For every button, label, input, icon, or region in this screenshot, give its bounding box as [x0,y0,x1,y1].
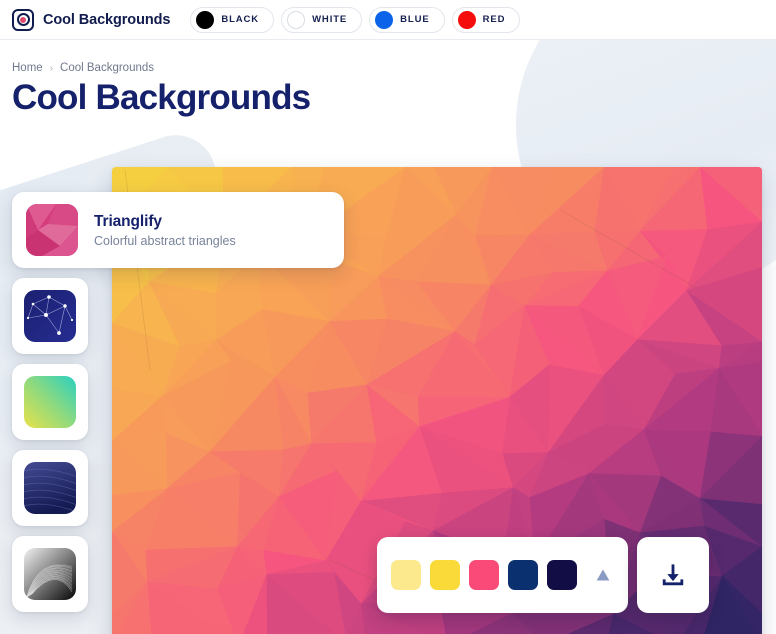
swatch-dark-navy[interactable] [547,560,577,590]
trianglify-pink-thumb-svg [26,204,78,256]
trianglify-pink-thumb [26,204,78,256]
sidebar-item-gradient[interactable] [12,364,88,440]
canvas-toolbar [377,537,709,613]
breadcrumb-separator-icon: › [49,62,54,74]
color-swatch-icon [457,10,476,29]
swirl-thumb-svg [24,548,76,600]
color-pill-group: BLACK WHITE BLUE RED [190,6,521,33]
particles-thumb-svg [24,290,76,342]
gradient-thumb [24,376,76,428]
page-body: Home › Cool Backgrounds Cool Backgrounds [0,40,776,634]
download-icon [662,564,684,586]
color-pill-label: BLACK [221,14,260,25]
page-title: Cool Backgrounds [12,78,311,117]
logo-ring [16,13,30,26]
triangle-icon-svg [596,569,610,581]
particles-thumb [24,290,76,342]
swatch-navy[interactable] [508,560,538,590]
sidebar-item-particles[interactable] [12,278,88,354]
palette-bar [377,537,628,613]
sidebar-item-waves[interactable] [12,450,88,526]
logo-dot [20,16,26,23]
sidebar-item-swirl[interactable] [12,536,88,612]
color-pill-blue[interactable]: BLUE [369,6,445,33]
swatch-pink[interactable] [469,560,499,590]
color-pill-red[interactable]: RED [451,6,521,33]
waves-thumb-svg [24,462,76,514]
brand-name: Cool Backgrounds [43,11,171,28]
waves-thumb [24,462,76,514]
color-swatch-icon [196,10,215,29]
cool-backgrounds-app: Cool Backgrounds BLACK WHITE BLUE RED Home … [0,0,776,634]
record-circle-icon [12,8,34,31]
sidebar-item-trianglify[interactable]: Trianglify Colorful abstract triangles [12,192,344,268]
generator-sidebar: Trianglify Colorful abstract triangles [12,192,344,612]
app-header: Cool Backgrounds BLACK WHITE BLUE RED [0,0,776,40]
color-pill-label: WHITE [312,14,348,25]
swatch-yellow[interactable] [430,560,460,590]
download-button[interactable] [637,537,709,613]
breadcrumb-home[interactable]: Home [12,62,43,74]
sidebar-item-subtitle: Colorful abstract triangles [94,233,236,248]
trianglify-text: Trianglify Colorful abstract triangles [94,213,236,248]
color-pill-label: RED [482,14,506,25]
breadcrumb-current: Cool Backgrounds [60,62,155,74]
color-swatch-icon [287,10,306,29]
color-pill-white[interactable]: WHITE [281,6,363,33]
color-pill-label: BLUE [400,14,430,25]
triangle-icon[interactable] [592,564,614,586]
swirl-thumb [24,548,76,600]
swatch-pale-yellow[interactable] [391,560,421,590]
sidebar-item-title: Trianglify [94,212,162,230]
color-swatch-icon [375,10,394,29]
brand[interactable]: Cool Backgrounds [12,8,171,31]
color-pill-black[interactable]: BLACK [190,6,275,33]
breadcrumb: Home › Cool Backgrounds [0,40,776,74]
gradient-thumb-svg [24,376,76,428]
